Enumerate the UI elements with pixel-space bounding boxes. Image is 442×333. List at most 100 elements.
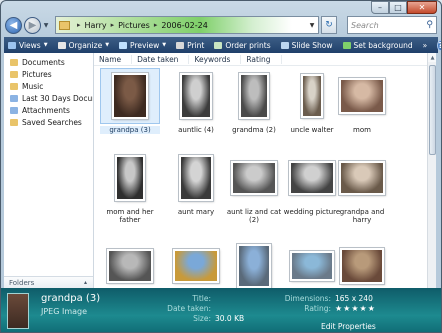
file-thumbnail-item[interactable]: auntlic (4) (166, 68, 226, 134)
command-bar: Views ▼ Organize ▼ Preview ▼ Print Order prints… (4, 37, 441, 53)
address-dropdown[interactable]: ▼ (306, 22, 318, 29)
thumbnail-frame (224, 68, 284, 124)
navigation-pane: Documents Pictures Music Last 30 Days Docum… (4, 53, 94, 288)
toolbar-slide-show-button[interactable]: Slide Show (280, 41, 333, 50)
title-key: Title: (192, 294, 211, 303)
documents-icon (10, 58, 18, 66)
search-box[interactable]: Search ⚲ (347, 16, 437, 34)
file-thumbnail-item[interactable]: mom (332, 68, 392, 134)
toolbar-label: Order prints (225, 40, 271, 50)
rating-key: Rating: (304, 304, 331, 313)
scroll-up-icon[interactable]: ▲ (428, 53, 436, 62)
nav-item-attachments[interactable]: Attachments (4, 104, 93, 116)
details-dimensions: Dimensions: 165 x 240 (271, 294, 373, 303)
toolbar-set-background-button[interactable]: Set background (342, 40, 413, 50)
toolbar-print-button[interactable]: Print (176, 41, 204, 50)
photo-thumbnail-image (231, 161, 277, 195)
column-header[interactable]: Date taken (132, 54, 190, 64)
nav-item-label: Last 30 Days Document (22, 93, 93, 103)
thumbnail-frame (332, 238, 392, 288)
file-thumbnail-item[interactable] (100, 238, 160, 288)
forward-button[interactable]: ▶ (24, 16, 41, 34)
search-input[interactable]: Search (351, 21, 379, 30)
toolbar-label: Views (19, 40, 41, 50)
toolbar-organize-button[interactable]: Organize ▼ (57, 41, 109, 50)
file-thumbnail-item[interactable]: grandma (2) (224, 68, 284, 134)
recent-pages-dropdown[interactable]: ▼ (41, 22, 51, 29)
vertical-scrollbar[interactable]: ▲ (427, 53, 436, 288)
refresh-button[interactable]: ↻ (321, 16, 337, 34)
file-name-label: auntlic (4) (178, 126, 214, 134)
caption-buttons: – □ ✕ (371, 1, 437, 14)
folders-bar[interactable]: Folders ▴ (4, 276, 93, 288)
details-rating: Rating: ★★★★★ (271, 304, 376, 313)
breadcrumb-item[interactable]: Pictures (118, 21, 150, 30)
column-header[interactable]: Name (94, 54, 133, 64)
nav-item-recent[interactable]: Last 30 Days Document (4, 92, 93, 104)
toolbar-views-button[interactable]: Views ▼ (8, 41, 48, 50)
thumbnail-frame (224, 238, 284, 288)
rating-stars[interactable]: ★★★★★ (335, 304, 376, 313)
file-name-label: mom (353, 126, 371, 134)
file-name-label: mom and her father (106, 208, 154, 224)
file-list: Name Date taken Keywords Rating grandpa (3)… (94, 53, 436, 288)
back-button[interactable]: ◀ (5, 16, 22, 34)
breadcrumb-separator-icon[interactable]: ▸ (111, 21, 115, 29)
nav-item-music[interactable]: Music (4, 80, 93, 92)
details-date-taken: Date taken: (151, 304, 215, 313)
close-button[interactable]: ✕ (407, 1, 437, 14)
address-bar[interactable]: ▸ Harry ▸ Pictures ▸ 2006-02-24 ▼ (55, 16, 319, 34)
photo-thumbnail-image (173, 249, 219, 283)
search-icon[interactable]: ⚲ (426, 20, 433, 30)
file-thumbnail-item[interactable]: grandpa (3) (100, 68, 160, 134)
maximize-button[interactable]: □ (389, 1, 407, 14)
column-header[interactable]: Rating (241, 54, 282, 64)
thumbnail-frame (224, 150, 284, 206)
file-thumbnail-item[interactable]: aunt liz and cat (2) (224, 150, 284, 224)
chevron-down-icon: ▼ (162, 42, 167, 48)
back-arrow-icon: ◀ (9, 19, 18, 31)
thumbnail-frame (100, 150, 160, 206)
breadcrumb-item[interactable]: 2006-02-24 (161, 21, 208, 30)
file-name-label: grandpa (3) (100, 126, 160, 134)
photo-thumbnail-image (237, 244, 271, 288)
photo-thumbnail-image (107, 249, 153, 283)
column-header[interactable]: Keywords (189, 54, 242, 64)
pictures-icon (10, 70, 18, 78)
breadcrumb-separator-icon[interactable]: ▸ (154, 21, 158, 29)
music-icon (10, 82, 18, 90)
toolbar-more-button[interactable]: » (423, 41, 428, 50)
toolbar-label: Set background (353, 40, 413, 50)
file-name-label: grandpa and harry (339, 208, 385, 224)
help-icon[interactable]: ? (437, 39, 441, 51)
file-thumbnail-item[interactable]: grandpa and harry (332, 150, 392, 224)
minimize-button[interactable]: – (371, 1, 389, 14)
recent-icon (10, 94, 18, 102)
thumbnail-frame (166, 68, 226, 124)
edit-properties-link[interactable]: Edit Properties (321, 322, 376, 331)
file-thumbnail-item[interactable] (224, 238, 284, 288)
order-prints-icon (214, 41, 223, 49)
file-name-label: aunt liz and cat (2) (226, 208, 282, 224)
nav-item-saved-searches[interactable]: Saved Searches (4, 116, 93, 128)
nav-item-documents[interactable]: Documents (4, 56, 93, 68)
organize-icon (57, 41, 66, 49)
column-headers: Name Date taken Keywords Rating (94, 53, 436, 66)
toolbar-order-prints-button[interactable]: Order prints (214, 40, 271, 50)
photo-thumbnail-image (179, 155, 213, 201)
breadcrumb-separator-icon[interactable]: ▸ (77, 21, 81, 29)
file-thumbnail-item[interactable]: mom and her father (100, 150, 160, 224)
photo-thumbnail-image (289, 161, 335, 195)
photo-thumbnail-image (339, 161, 385, 195)
breadcrumb-item[interactable]: Harry (85, 21, 107, 30)
scroll-thumb[interactable] (429, 65, 436, 155)
nav-item-pictures[interactable]: Pictures (4, 68, 93, 80)
photo-thumbnail-image (115, 155, 145, 201)
size-key: Size: (193, 314, 211, 323)
explorer-window: – □ ✕ ◀ ▶ ▼ ▸ Harry ▸ Pictures ▸ 2006-02-24 ▼… (0, 0, 442, 333)
file-thumbnail-item[interactable] (332, 238, 392, 288)
file-thumbnail-item[interactable]: aunt mary (166, 150, 226, 216)
toolbar-preview-button[interactable]: Preview ▼ (119, 41, 166, 50)
photo-thumbnail-image (340, 248, 384, 284)
file-thumbnail-item[interactable] (166, 238, 226, 288)
